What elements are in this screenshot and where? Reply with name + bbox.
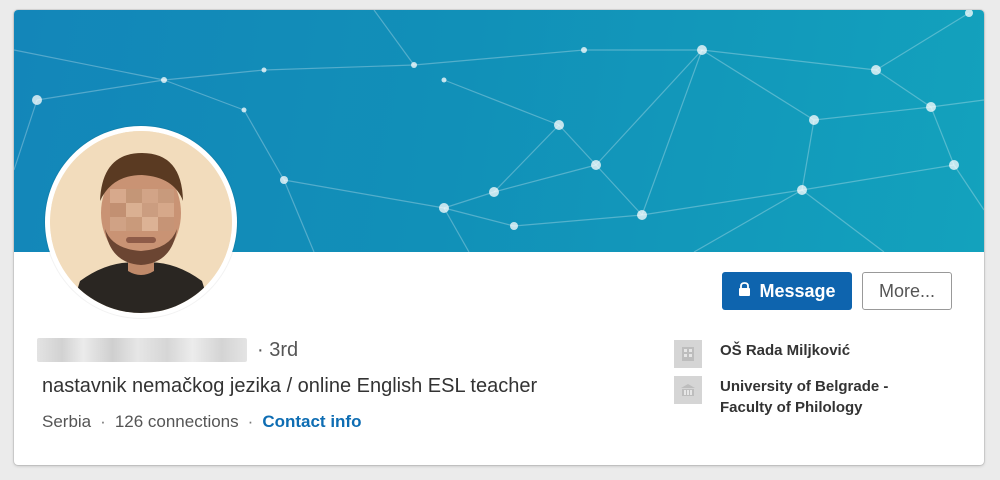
building-icon (674, 340, 702, 368)
school-icon (674, 376, 702, 404)
profile-avatar[interactable] (45, 126, 237, 318)
profile-location: Serbia (42, 412, 92, 431)
current-company[interactable]: OŠ Rada Miljković (674, 340, 974, 368)
profile-meta: Serbia · 126 connections · Contact info (42, 412, 361, 432)
avatar-photo (50, 131, 232, 313)
message-button-label: Message (759, 280, 836, 301)
education-school[interactable]: University of Belgrade - Faculty of Phil… (674, 376, 974, 418)
connection-degree: · 3rd (257, 338, 299, 361)
profile-headline: nastavnik nemačkog jezika / online Engli… (42, 375, 538, 397)
name-row: · 3rd (37, 337, 298, 363)
connections-count[interactable]: 126 connections (115, 412, 239, 432)
separator-dot: · (100, 412, 106, 431)
more-button[interactable]: More... (862, 272, 952, 310)
profile-card: Message More... · 3rd nastavnik nemačkog… (14, 10, 984, 465)
profile-name-redacted (37, 338, 247, 362)
message-button[interactable]: Message (722, 272, 852, 310)
contact-info-link[interactable]: Contact info (262, 412, 361, 432)
school-name-line1: University of Belgrade - (720, 378, 889, 395)
lock-icon (738, 281, 751, 302)
school-name-line2: Faculty of Philology (720, 399, 863, 416)
school-name: University of Belgrade - Faculty of Phil… (720, 376, 888, 418)
separator-dot: · (247, 412, 254, 431)
more-button-label: More... (878, 280, 935, 301)
company-name: OŠ Rada Miljković (720, 342, 851, 359)
